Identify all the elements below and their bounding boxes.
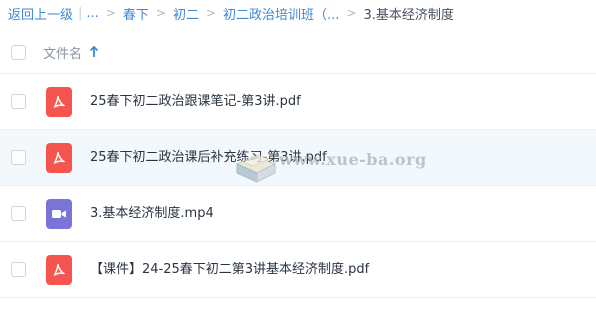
select-all-checkbox[interactable] — [11, 44, 26, 60]
file-name[interactable]: 25春下初二政治跟课笔记-第3讲.pdf — [90, 74, 301, 130]
breadcrumb-ellipsis[interactable]: ... — [86, 6, 98, 21]
file-row[interactable]: 【课件】24-25春下初二第3讲基本经济制度.pdf — [0, 241, 596, 298]
file-name[interactable]: 3.基本经济制度.mp4 — [90, 186, 214, 242]
row-checkbox[interactable] — [11, 94, 26, 109]
row-checkbox[interactable] — [11, 206, 26, 221]
pdf-file-icon — [46, 143, 72, 173]
breadcrumb-current: 3.基本经济制度 — [363, 7, 454, 23]
file-name[interactable]: 25春下初二政治课后补充练习-第3讲.pdf — [90, 130, 327, 186]
file-list-header: 文件名 — [0, 33, 596, 71]
file-name[interactable]: 【课件】24-25春下初二第3讲基本经济制度.pdf — [90, 242, 369, 298]
back-link[interactable]: 返回上一级 — [8, 4, 73, 23]
chevron-right-icon: > — [155, 6, 166, 20]
chevron-right-icon: > — [346, 6, 357, 20]
chevron-right-icon: > — [205, 6, 217, 20]
chevron-right-icon: > — [105, 6, 116, 20]
breadcrumb-item[interactable]: 春下 — [123, 4, 149, 23]
pdf-file-icon — [46, 255, 72, 285]
breadcrumb-item[interactable]: 初二 — [173, 4, 199, 23]
pdf-file-icon — [46, 87, 72, 117]
row-checkbox[interactable] — [11, 150, 26, 165]
file-row[interactable]: 3.基本经济制度.mp4 — [0, 185, 596, 241]
file-row[interactable]: 25春下初二政治课后补充练习-第3讲.pdf — [0, 129, 596, 185]
breadcrumb-divider: | — [78, 5, 83, 21]
breadcrumb-item[interactable]: 初二政治培训班（... — [223, 4, 339, 23]
breadcrumb: 返回上一级 | ... > 春下 > 初二 > 初二政治培训班（... > 3.… — [8, 0, 454, 26]
file-row[interactable]: 25春下初二政治跟课笔记-第3讲.pdf — [0, 73, 596, 129]
arrow-up-icon[interactable] — [89, 46, 99, 58]
name-column-header[interactable]: 文件名 — [43, 43, 99, 62]
video-file-icon — [46, 199, 72, 229]
row-checkbox[interactable] — [11, 262, 26, 277]
name-column-label: 文件名 — [43, 46, 83, 62]
